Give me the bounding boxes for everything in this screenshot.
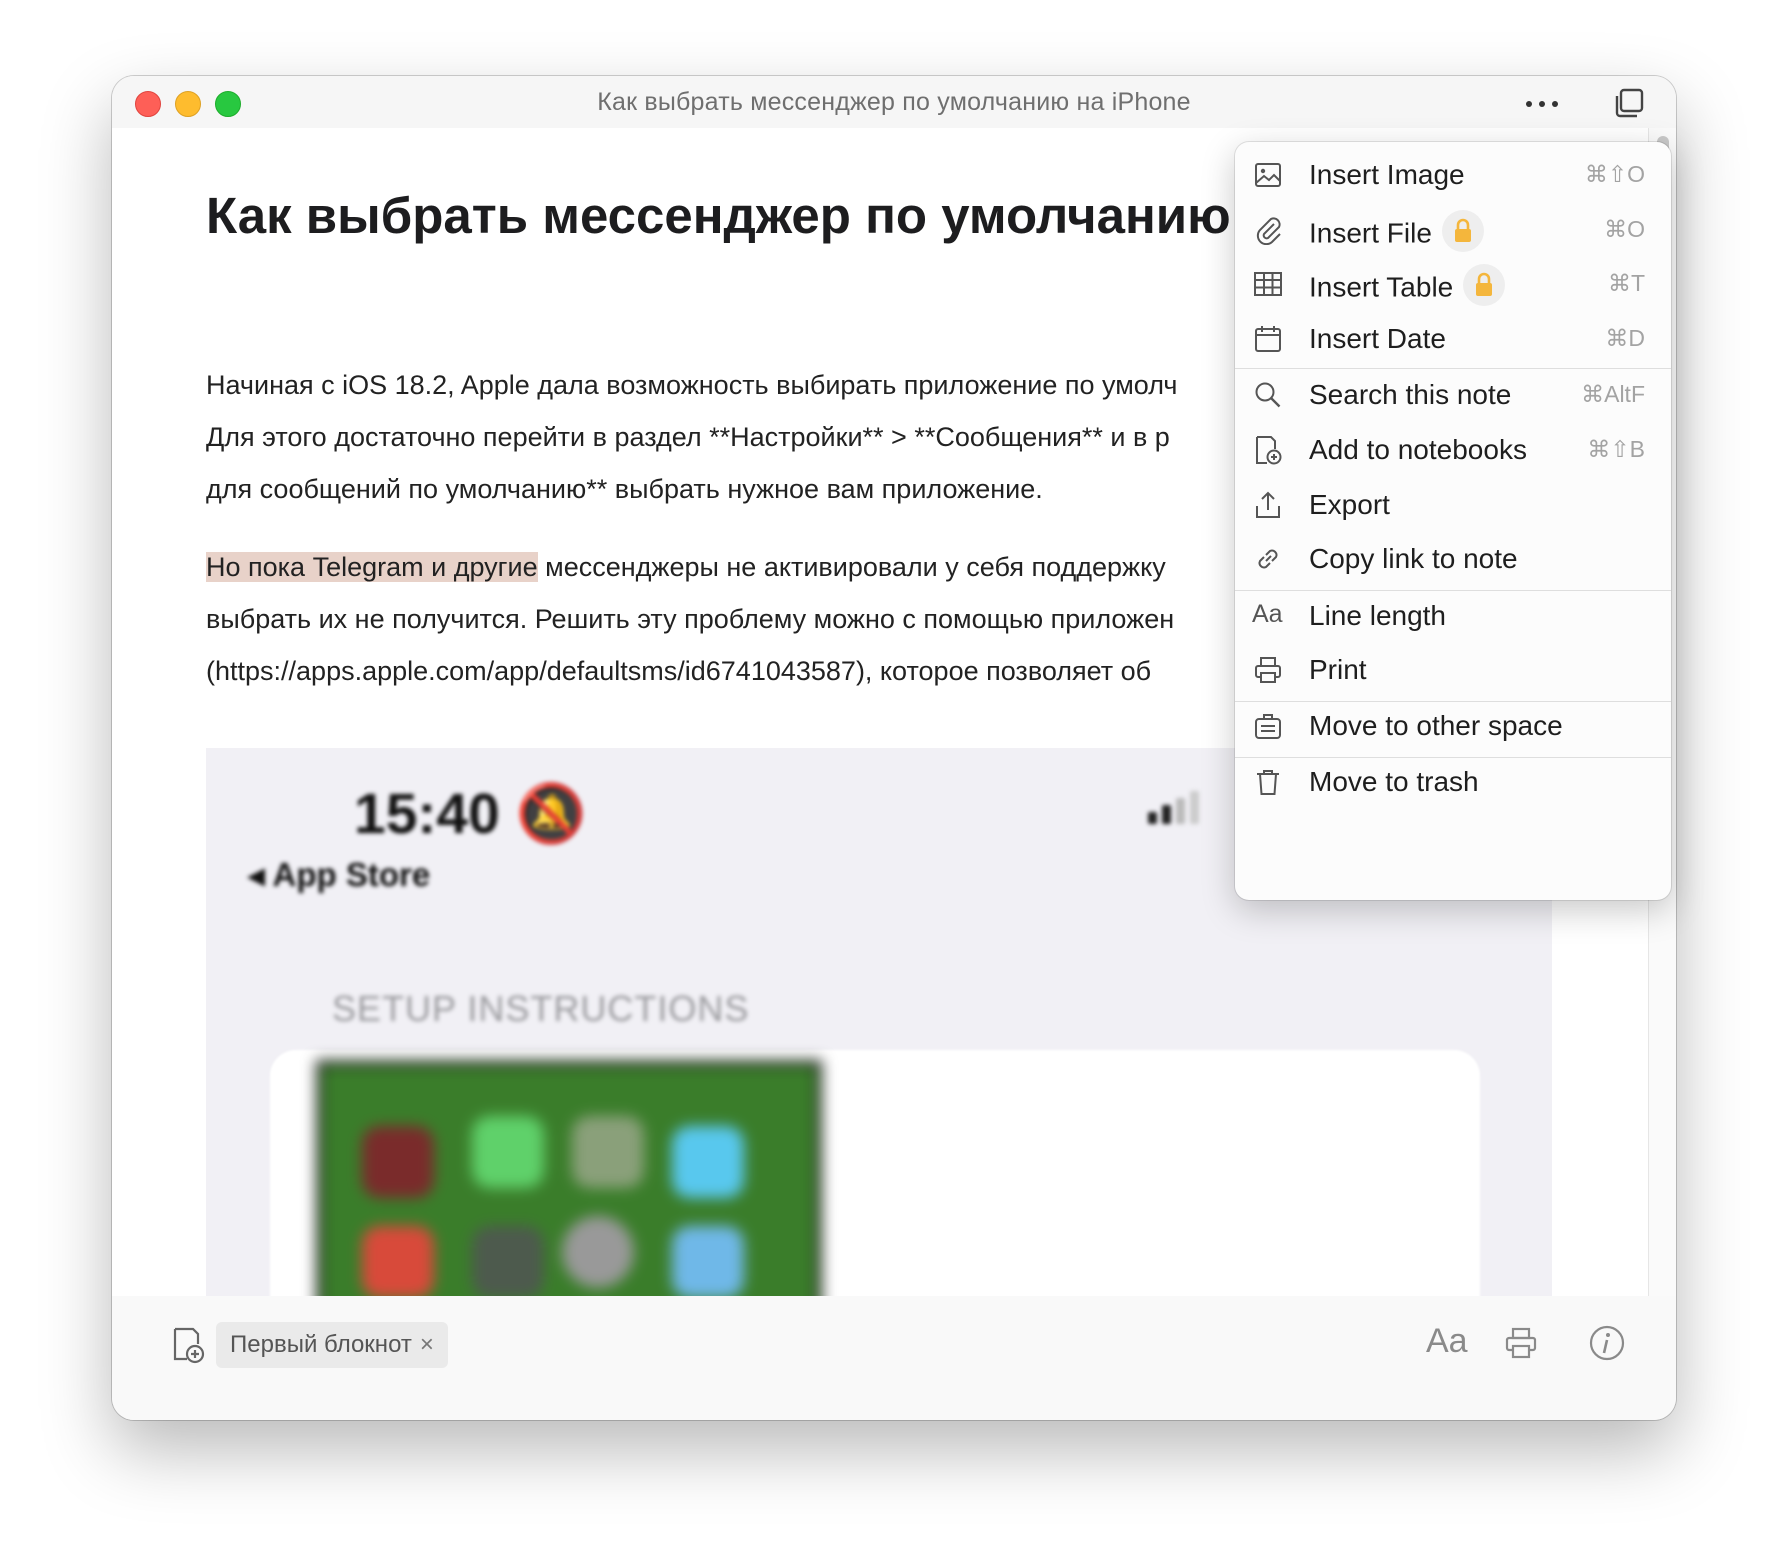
menu-item-label: Insert File [1309,210,1484,256]
duplicate-window-button[interactable] [1612,86,1646,120]
print-button[interactable] [1504,1326,1538,1365]
paragraph-line: выбрать их не получится. Решить эту проб… [206,604,1175,634]
note-title[interactable]: Как выбрать мессенджер по умолчанию [206,186,1231,245]
briefcase-icon [1255,714,1281,739]
text-format-button[interactable]: Aa [1426,1322,1468,1361]
add-notebook-icon [1256,436,1282,465]
paragraph-line: (https://apps.apple.com/app/defaultsms/i… [206,656,1152,686]
highlighted-text: Но пока Telegram и другие [206,552,538,582]
printer-icon [1505,1327,1537,1359]
paperclip-icon [1256,217,1281,245]
paragraph-line: Начиная с iOS 18.2, Apple дала возможнос… [206,370,1178,400]
calendar-icon [1255,326,1281,352]
menu-item-label: Copy link to note [1309,543,1518,574]
menu-item-shortcut: ⌘O [1604,216,1645,242]
menu-item-insert-table[interactable]: Insert Table ⌘T [1235,255,1671,313]
note-options-menu: Insert Image ⌘⇧O Insert File ⌘O Insert T… [1235,142,1671,900]
menu-item-line-length[interactable]: Aa Line length [1235,587,1671,645]
setup-instructions-header: SETUP INSTRUCTIONS [332,988,750,1029]
menu-item-label: Insert Table [1309,264,1506,310]
image-icon [1255,163,1281,187]
paragraph-line: для сообщений по умолчанию** выбрать нуж… [206,474,1043,504]
menu-item-label: Line length [1309,600,1447,631]
menu-item-label: Insert Image [1309,159,1465,190]
menu-item-add-to-notebooks[interactable]: Add to notebooks ⌘⇧B [1235,421,1671,479]
menu-item-label: Move to other space [1309,710,1563,741]
trash-icon [1257,770,1279,795]
status-bar-time: 15:40 🔕 [354,782,587,846]
menu-item-search-note[interactable]: Search this note ⌘AltF [1235,366,1671,424]
back-to-app-store: ◂ App Store [248,856,431,893]
more-options-button[interactable] [1520,86,1564,120]
notebook-chip-label: Первый блокнот [230,1331,412,1358]
lock-icon [1463,264,1506,306]
menu-item-insert-image[interactable]: Insert Image ⌘⇧O [1235,146,1671,204]
menu-item-print[interactable]: Print [1235,641,1671,699]
paragraph-1[interactable]: Начиная с iOS 18.2, Apple дала возможнос… [206,359,1177,515]
menu-item-label: Export [1309,489,1390,520]
note-info-button[interactable] [1588,1324,1626,1367]
text-size-icon: Aa [1252,600,1283,628]
add-to-notebook-button[interactable] [170,1326,206,1369]
copy-icon [1615,88,1644,118]
menu-item-shortcut: ⌘AltF [1581,381,1645,407]
menu-item-shortcut: ⌘D [1605,325,1645,351]
bell-slash-icon: 🔕 [515,782,587,846]
bottom-toolbar: Первый блокнот × Aa [112,1296,1676,1420]
info-icon [1589,1325,1625,1361]
menu-item-label: Print [1309,654,1367,685]
phone-home-screen-image [316,1060,822,1296]
notebook-chip[interactable]: Первый блокнот × [216,1322,448,1368]
menu-item-move-to-trash[interactable]: Move to trash [1235,753,1671,811]
title-bar: Как выбрать мессенджер по умолчанию на i… [112,76,1676,128]
menu-item-shortcut: ⌘⇧O [1584,161,1645,187]
menu-item-insert-date[interactable]: Insert Date ⌘D [1235,310,1671,368]
printer-icon [1255,657,1281,683]
link-icon [1258,549,1278,569]
search-icon [1255,382,1281,408]
menu-item-shortcut: ⌘⇧B [1587,436,1645,462]
paragraph-line: Для этого достаточно перейти в раздел **… [206,422,1170,452]
export-icon [1256,491,1280,518]
menu-item-label: Move to trash [1309,766,1479,797]
menu-item-insert-file[interactable]: Insert File ⌘O [1235,201,1671,259]
menu-item-move-to-space[interactable]: Move to other space [1235,697,1671,755]
menu-item-label: Insert Date [1309,323,1446,354]
lock-icon [1441,210,1484,252]
menu-item-label: Add to notebooks [1309,434,1527,465]
menu-item-export[interactable]: Export [1235,476,1671,534]
paragraph-2[interactable]: Но пока Telegram и другие мессенджеры не… [206,541,1174,697]
remove-notebook-button[interactable]: × [420,1331,434,1358]
paragraph-line: Но пока Telegram и другие мессенджеры не… [206,552,1166,582]
menu-item-label: Search this note [1309,379,1512,410]
table-icon [1254,272,1282,296]
menu-item-copy-link[interactable]: Copy link to note [1235,530,1671,588]
menu-item-shortcut: ⌘T [1607,270,1645,296]
add-notebook-icon [173,1327,205,1364]
window-title: Как выбрать мессенджер по умолчанию на i… [597,88,1191,116]
